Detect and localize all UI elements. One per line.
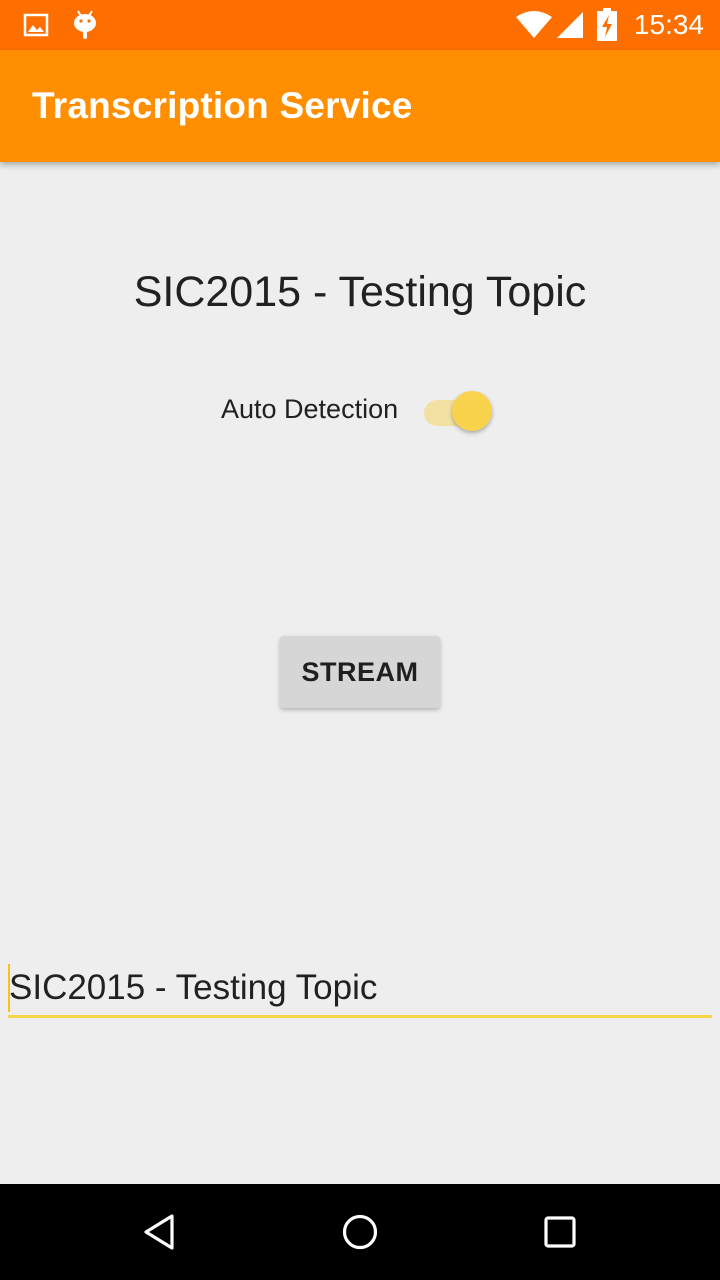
topic-input[interactable]: SIC2015 - Testing Topic [8,962,712,1018]
home-icon[interactable] [312,1184,408,1280]
switch-thumb [452,391,492,431]
recents-icon[interactable] [512,1184,608,1280]
auto-detection-label: Auto Detection [221,394,399,424]
wifi-icon [514,0,554,50]
auto-detection-switch[interactable] [424,388,494,431]
topic-input-value: SIC2015 - Testing Topic [9,968,378,1007]
navigation-bar [0,1184,720,1280]
battery-charging-icon [594,0,620,50]
status-bar: 15:34 [0,0,720,50]
image-icon [22,0,50,50]
signal-icon [554,0,586,50]
android-icon [70,0,100,50]
topic-title: SIC2015 - Testing Topic [133,268,587,316]
app-title: Transcription Service [32,85,413,126]
screen: 15:34 Transcription Service SIC2015 - Te… [0,0,720,1280]
stream-button[interactable]: STREAM [280,636,440,708]
auto-detection-row: Auto Detection [0,384,720,434]
back-icon[interactable] [112,1184,208,1280]
app-bar: Transcription Service [0,50,720,162]
status-time: 15:34 [633,9,704,40]
